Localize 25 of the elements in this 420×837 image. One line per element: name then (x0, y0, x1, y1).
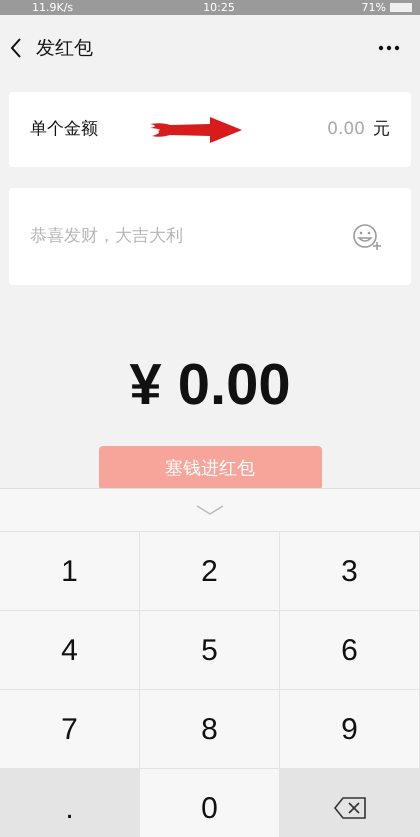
battery-icon (390, 3, 412, 12)
keypad-key[interactable]: 5 (140, 611, 280, 690)
keypad-key[interactable]: 2 (140, 532, 280, 611)
keypad-key[interactable]: 4 (0, 611, 140, 690)
clock: 10:25 (203, 2, 235, 13)
keypad-key[interactable]: 9 (280, 690, 420, 769)
keypad-key[interactable]: 7 (0, 690, 140, 769)
emoji-add-icon[interactable] (352, 222, 382, 250)
amount-label: 单个金额 (30, 118, 98, 141)
battery-level: 71% (362, 2, 386, 13)
amount-field[interactable]: 0.00 (305, 116, 365, 142)
keypad-key[interactable]: 8 (140, 690, 280, 769)
keypad-key[interactable]: 6 (280, 611, 420, 690)
currency-unit: 元 (373, 118, 390, 141)
greeting-field[interactable]: 恭喜发财，大吉大利 (30, 224, 352, 250)
keypad-key[interactable]: . (0, 769, 140, 837)
collapse-icon[interactable] (195, 504, 225, 516)
backspace-icon (332, 796, 366, 820)
page-title: 发红包 (36, 36, 93, 61)
network-speed: 11.9K/s (32, 2, 74, 13)
keypad-key[interactable]: 3 (280, 532, 420, 611)
backspace-key[interactable] (280, 769, 420, 837)
keypad-key[interactable]: 1 (0, 532, 140, 611)
total-amount: ¥ 0.00 (129, 351, 291, 419)
more-icon[interactable] (378, 45, 400, 51)
